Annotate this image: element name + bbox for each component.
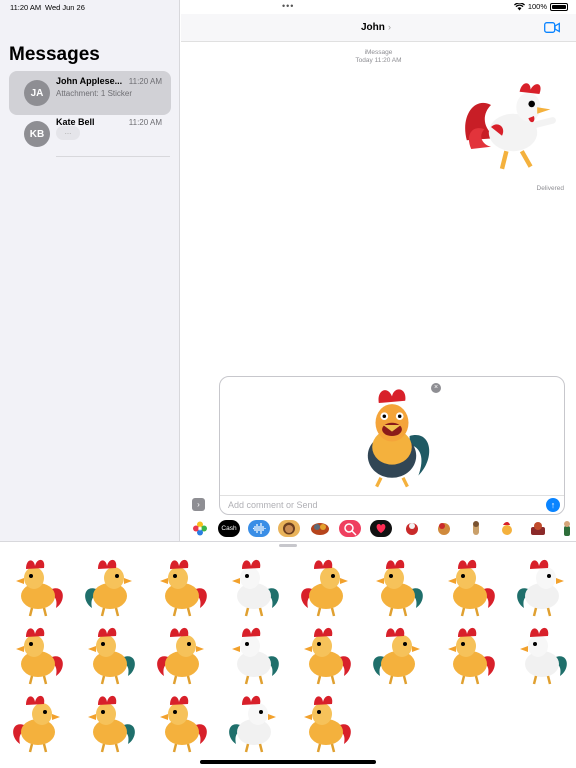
rooster-sticker[interactable]: [16, 559, 63, 617]
sticker-app-1-icon[interactable]: [403, 520, 421, 537]
rooster-sticker[interactable]: [85, 559, 132, 617]
rooster-sticker[interactable]: [301, 559, 348, 617]
status-date: Wed Jun 26: [45, 3, 85, 12]
typing-indicator: ...: [56, 126, 80, 140]
conversation-preview: Attachment: 1 Sticker: [56, 89, 133, 98]
sticker-app-3-icon[interactable]: [467, 520, 485, 537]
remove-attachment-button[interactable]: ×: [431, 383, 441, 393]
rooster-sticker[interactable]: [229, 695, 276, 753]
imessage-app-drawer: Cash: [181, 517, 576, 541]
rooster-sticker[interactable]: [232, 559, 279, 617]
comment-input[interactable]: Add comment or Send: [228, 500, 318, 510]
avatar: KB: [24, 121, 50, 147]
conversation-name: John Applese...: [56, 76, 123, 86]
rooster-sticker[interactable]: [157, 627, 204, 685]
chat-header: John ›: [181, 14, 576, 42]
rooster-sticker[interactable]: [16, 627, 63, 685]
facetime-video-icon[interactable]: [544, 22, 560, 33]
service-label: iMessage: [364, 49, 393, 56]
message-timestamp: Today 11:20 AM: [355, 57, 402, 64]
sticker-app-2-icon[interactable]: [435, 520, 453, 537]
chat-title[interactable]: John: [361, 22, 385, 33]
sticker-app-5-icon[interactable]: [529, 520, 547, 537]
sticker-app-4-icon[interactable]: [498, 520, 516, 537]
rooster-sticker[interactable]: [373, 627, 420, 685]
conversation-sidebar: Messages JA John Applese... 11:20 AM Att…: [0, 0, 180, 541]
battery-icon: [550, 2, 568, 11]
rooster-sticker[interactable]: [160, 559, 207, 617]
photos-app-icon[interactable]: [192, 520, 208, 537]
sticker-sheet-top-border: [0, 541, 576, 542]
send-button[interactable]: ↑: [546, 498, 560, 512]
delivered-status: Delivered: [536, 185, 564, 192]
digital-touch-app-icon[interactable]: [370, 520, 392, 537]
chevron-right-icon[interactable]: ›: [388, 22, 391, 32]
rooster-sticker[interactable]: [304, 695, 351, 753]
cash-label: Cash: [221, 525, 237, 532]
rooster-sticker[interactable]: [304, 627, 351, 685]
status-bar: 11:20 AM Wed Jun 26 ••• 100%: [0, 0, 576, 14]
sticker-app-6-icon[interactable]: [560, 520, 574, 537]
rooster-sticker[interactable]: [13, 695, 60, 753]
battery-percent: 100%: [527, 2, 547, 11]
rooster-sticker[interactable]: [88, 627, 135, 685]
expand-apps-button[interactable]: ›: [192, 498, 205, 511]
conversation-time: 11:20 AM: [128, 118, 162, 127]
rooster-sticker[interactable]: [88, 695, 135, 753]
rooster-sticker[interactable]: [160, 695, 207, 753]
avatar: JA: [24, 80, 50, 106]
memoji-app-icon[interactable]: [278, 520, 300, 537]
conversation-john-appleseed[interactable]: JA John Applese... 11:20 AM Attachment: …: [9, 71, 171, 115]
messages-app: Messages JA John Applese... 11:20 AM Att…: [0, 0, 576, 768]
audio-app-icon[interactable]: [248, 520, 270, 537]
apple-cash-app-icon[interactable]: Cash: [218, 520, 240, 537]
list-divider: [56, 156, 170, 157]
multitasking-dots-icon[interactable]: •••: [282, 1, 294, 11]
rooster-sticker[interactable]: [517, 559, 564, 617]
compose-box[interactable]: × Add comment or Send ↑: [219, 376, 565, 515]
rooster-sticker[interactable]: [232, 627, 279, 685]
compose-divider: [220, 495, 564, 496]
status-time: 11:20 AM: [10, 3, 42, 12]
animoji-app-icon[interactable]: [309, 520, 331, 537]
wifi-icon: [513, 2, 525, 10]
home-indicator[interactable]: [200, 760, 376, 764]
attached-rooster-sticker: [367, 389, 430, 488]
sent-rooster-sticker[interactable]: [458, 72, 568, 182]
sticker-grid: [13, 559, 567, 753]
sheet-drag-handle[interactable]: [279, 544, 297, 547]
rooster-sticker[interactable]: [376, 559, 423, 617]
search-images-app-icon[interactable]: [339, 520, 361, 537]
rooster-sticker[interactable]: [448, 627, 495, 685]
rooster-sticker[interactable]: [520, 627, 567, 685]
conversation-kate-bell[interactable]: KB Kate Bell 11:20 AM ...: [9, 112, 171, 156]
rooster-sticker[interactable]: [448, 559, 495, 617]
sidebar-title: Messages: [9, 44, 100, 65]
conversation-time: 11:20 AM: [128, 77, 162, 86]
